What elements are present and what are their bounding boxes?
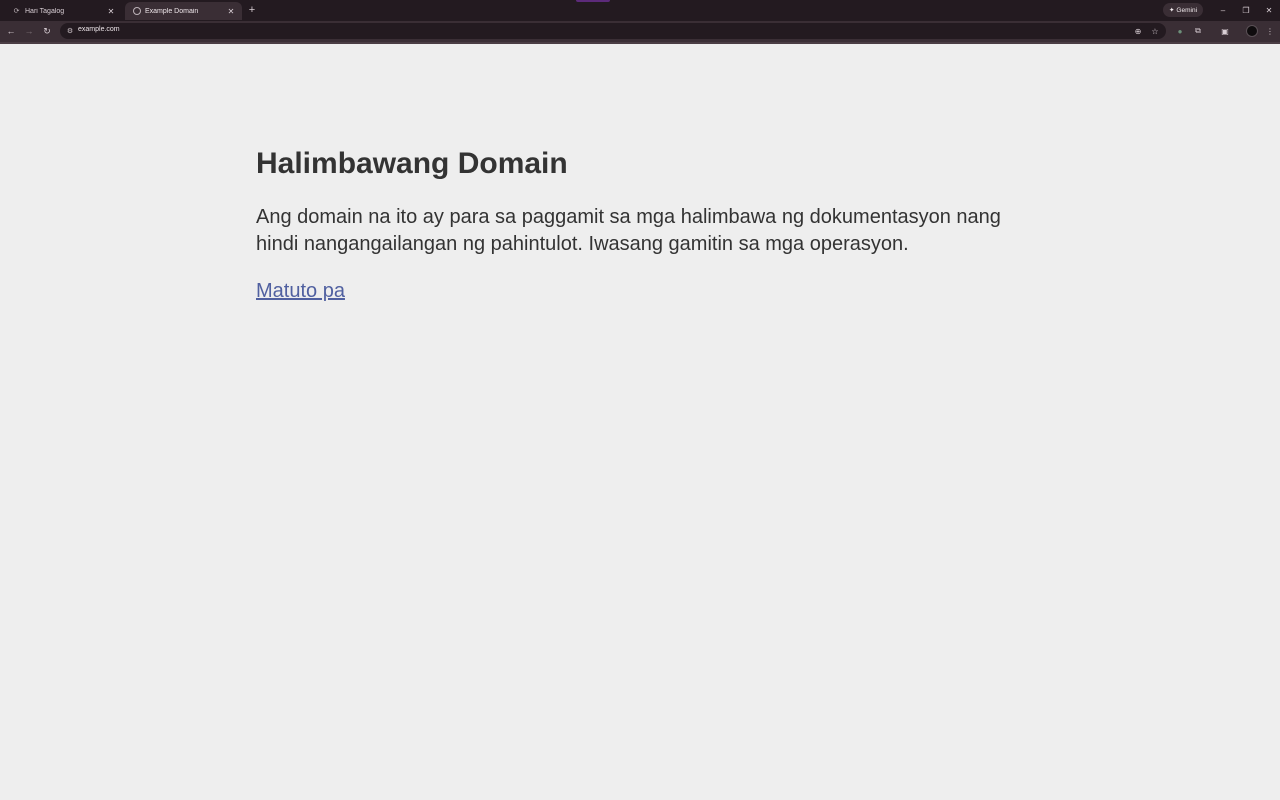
address-bar[interactable]: ⚙ example.com ⊕ ☆ <box>60 23 1166 39</box>
restore-icon[interactable]: ❐ <box>1239 3 1253 17</box>
extension-icon[interactable]: ● <box>1174 25 1186 37</box>
split-view-icon[interactable]: ▣ <box>1219 25 1231 37</box>
learn-more-link[interactable]: Matuto pa <box>256 278 345 304</box>
minimize-icon[interactable]: – <box>1216 3 1230 17</box>
tab-title: Example Domain <box>145 7 199 15</box>
gemini-button[interactable]: ✦ Gemini <box>1163 3 1203 17</box>
reload-icon[interactable]: ↻ <box>41 25 53 37</box>
sparkle-icon: ✦ <box>1168 7 1175 14</box>
new-tab-icon[interactable]: + <box>246 4 258 16</box>
bookmark-star-icon[interactable]: ☆ <box>1150 26 1160 36</box>
tab-title: Hari Tagalog <box>25 7 65 15</box>
puzzle-icon[interactable]: ⧉ <box>1192 25 1204 37</box>
forward-arrow-icon[interactable]: → <box>23 25 35 37</box>
toolbar: ← → ↻ ⚙ example.com ⊕ ☆ ● ⧉ ▣ ⋮ <box>0 21 1280 42</box>
close-window-icon[interactable]: ✕ <box>1262 3 1276 17</box>
gemini-label: Gemini <box>1176 6 1198 14</box>
browser-chrome: ⟳ Hari Tagalog ✕ Example Domain ✕ + ✦ Ge… <box>0 0 1280 44</box>
top-notch <box>576 0 610 2</box>
back-arrow-icon[interactable]: ← <box>5 25 17 37</box>
main-content: Halimbawang Domain Ang domain na ito ay … <box>256 144 1026 304</box>
avatar-icon[interactable] <box>1246 25 1258 37</box>
hari-tagalog-favicon-icon: ⟳ <box>13 8 20 15</box>
page-title: Halimbawang Domain <box>256 147 568 180</box>
page-viewport: Halimbawang Domain Ang domain na ito ay … <box>0 44 1280 800</box>
globe-icon <box>133 7 141 15</box>
tab-example-domain[interactable]: Example Domain ✕ <box>125 2 242 20</box>
url-text[interactable]: example.com <box>78 26 120 33</box>
kebab-menu-icon[interactable]: ⋮ <box>1264 25 1276 37</box>
tab-strip: ⟳ Hari Tagalog ✕ Example Domain ✕ + <box>0 0 1280 20</box>
description-paragraph: Ang domain na ito ay para sa paggamit sa… <box>256 206 1001 255</box>
site-info-icon[interactable]: ⚙ <box>65 26 75 36</box>
tab-hari-tagalog[interactable]: ⟳ Hari Tagalog ✕ <box>4 2 122 20</box>
tab-close-icon[interactable]: ✕ <box>226 6 236 16</box>
tab-close-icon[interactable]: ✕ <box>106 6 116 16</box>
zoom-icon[interactable]: ⊕ <box>1133 26 1143 36</box>
